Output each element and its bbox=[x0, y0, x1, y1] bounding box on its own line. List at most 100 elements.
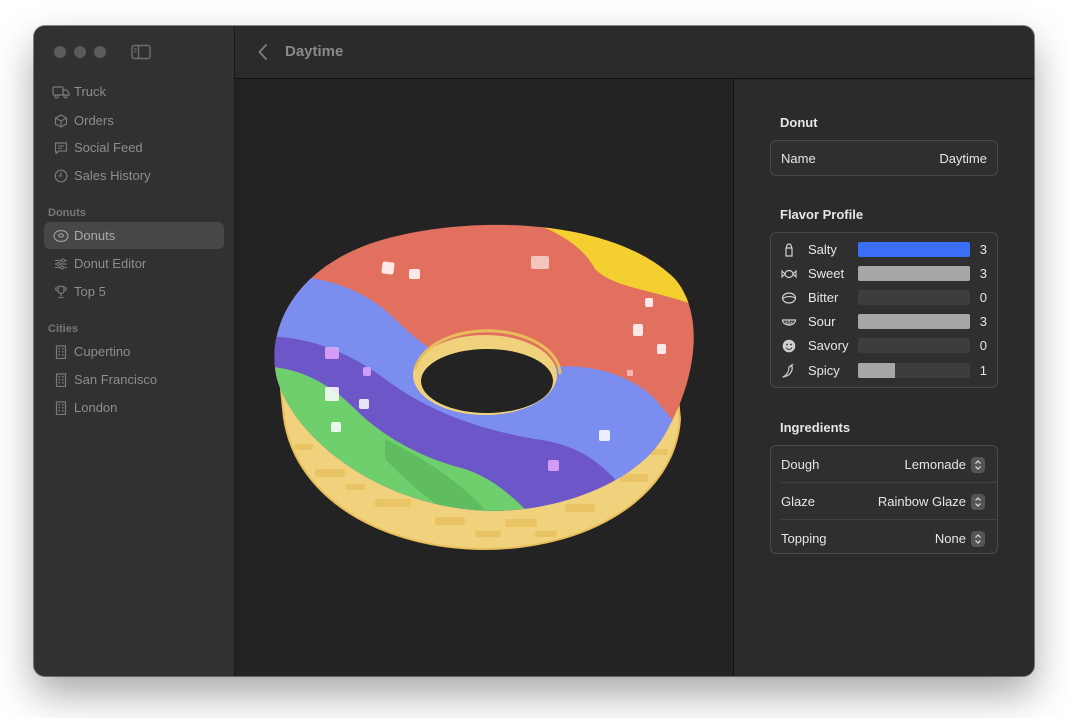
back-button[interactable] bbox=[255, 42, 271, 62]
citrus-icon bbox=[781, 319, 797, 326]
ingredient-label: Glaze bbox=[781, 494, 815, 509]
ingredients-box: Dough Lemonade Glaze Rainbow Glaze Toppi… bbox=[770, 445, 998, 554]
flavor-bar-track bbox=[858, 242, 970, 257]
sidebar-item-orders[interactable]: Orders bbox=[44, 107, 224, 134]
flavor-name: Salty bbox=[808, 242, 837, 257]
ingredient-value[interactable]: None bbox=[935, 531, 966, 546]
flavor-row-sour: Sour 3 bbox=[771, 310, 997, 334]
sidebar-item-label: Social Feed bbox=[74, 140, 143, 155]
flavor-row-spicy: Spicy 1 bbox=[771, 359, 997, 383]
building-icon bbox=[52, 344, 70, 360]
window-controls bbox=[54, 46, 106, 58]
chili-icon bbox=[782, 363, 794, 378]
leaf-icon bbox=[781, 292, 797, 304]
sidebar-item-label: Sales History bbox=[74, 168, 151, 183]
sidebar-item-label: Donuts bbox=[74, 228, 116, 243]
sidebar-item-donut-editor[interactable]: Donut Editor bbox=[44, 250, 224, 277]
flavor-bar bbox=[858, 266, 970, 281]
smiley-icon bbox=[782, 339, 796, 353]
ingredient-row-topping[interactable]: Topping None bbox=[771, 520, 997, 557]
popup-stepper-icon[interactable] bbox=[971, 457, 985, 473]
flavor-bar-track bbox=[858, 314, 970, 329]
flavor-name: Savory bbox=[808, 338, 849, 353]
toolbar: Daytime bbox=[235, 26, 1034, 79]
flavor-value: 3 bbox=[979, 266, 987, 281]
donut-icon bbox=[52, 228, 70, 244]
sidebar-item-social-feed[interactable]: Social Feed bbox=[44, 134, 224, 161]
flavor-bar-track bbox=[858, 266, 970, 281]
chevron-left-icon bbox=[258, 44, 267, 60]
box-icon bbox=[52, 113, 70, 129]
flavor-name: Bitter bbox=[808, 290, 839, 305]
flavor-bar-track bbox=[858, 290, 970, 305]
flavor-value: 3 bbox=[979, 314, 987, 329]
ingredient-row-glaze[interactable]: Glaze Rainbow Glaze bbox=[771, 483, 997, 520]
donut-canvas bbox=[235, 79, 733, 676]
inspector-panel: Donut Name Daytime Flavor Profile Salty … bbox=[734, 79, 1034, 676]
flavor-bar bbox=[858, 242, 970, 257]
flavor-value: 1 bbox=[979, 363, 987, 378]
sidebar-item-san-francisco[interactable]: San Francisco bbox=[44, 366, 224, 393]
sidebar-item-sales-history[interactable]: Sales History bbox=[44, 162, 224, 189]
building-icon bbox=[52, 400, 70, 416]
flavor-row-savory: Savory 0 bbox=[771, 334, 997, 358]
flavor-row-salty: Salty 3 bbox=[771, 238, 997, 262]
name-value[interactable]: Daytime bbox=[939, 151, 987, 166]
sidebar-icon bbox=[131, 44, 151, 60]
candy-icon bbox=[781, 269, 797, 279]
flavor-name: Sour bbox=[808, 314, 836, 329]
sidebar-item-donuts[interactable]: Donuts bbox=[44, 222, 224, 249]
popup-stepper-icon[interactable] bbox=[971, 494, 985, 510]
popup-stepper-icon[interactable] bbox=[971, 531, 985, 547]
app-window: Truck Orders Social Feed Sales History D… bbox=[34, 26, 1034, 676]
ingredient-label: Topping bbox=[781, 531, 827, 546]
zoom-window-button[interactable] bbox=[94, 46, 106, 58]
building-icon bbox=[52, 372, 70, 388]
flavor-profile-title: Flavor Profile bbox=[780, 207, 864, 222]
sidebar-item-label: Orders bbox=[74, 113, 114, 128]
section-title-cities: Cities bbox=[48, 323, 78, 335]
flavor-bar bbox=[858, 363, 896, 378]
ingredient-label: Dough bbox=[781, 457, 820, 472]
ingredients-title: Ingredients bbox=[780, 420, 851, 435]
sidebar-item-label: Truck bbox=[74, 84, 107, 99]
flavor-bar-track bbox=[858, 363, 970, 378]
sidebar-item-label: London bbox=[74, 400, 118, 415]
close-window-button[interactable] bbox=[54, 46, 66, 58]
truck-icon bbox=[52, 84, 70, 100]
window-title: Daytime bbox=[285, 43, 344, 60]
section-title-donuts: Donuts bbox=[48, 207, 86, 219]
sidebar-item-label: Cupertino bbox=[74, 344, 131, 359]
sidebar-item-top-5[interactable]: Top 5 bbox=[44, 278, 224, 305]
salt-shaker-icon bbox=[785, 243, 793, 257]
donut-illustration bbox=[274, 224, 694, 551]
minimize-window-button[interactable] bbox=[74, 46, 86, 58]
flavor-bar-track bbox=[858, 338, 970, 353]
flavor-value: 3 bbox=[979, 242, 987, 257]
sidebar-toggle-button[interactable] bbox=[131, 44, 151, 65]
sidebar: Truck Orders Social Feed Sales History D… bbox=[34, 26, 235, 676]
name-label: Name bbox=[781, 151, 816, 166]
sidebar-item-cupertino[interactable]: Cupertino bbox=[44, 338, 224, 365]
trophy-icon bbox=[52, 284, 70, 300]
sidebar-item-truck[interactable]: Truck bbox=[44, 78, 224, 105]
flavor-profile-box: Salty 3 Sweet 3 Bitter 0 Sour 3 Savory 0… bbox=[770, 232, 998, 388]
flavor-value: 0 bbox=[979, 338, 987, 353]
sidebar-item-label: San Francisco bbox=[74, 372, 158, 387]
flavor-row-sweet: Sweet 3 bbox=[771, 262, 997, 286]
flavor-row-bitter: Bitter 0 bbox=[771, 286, 997, 310]
sidebar-item-label: Top 5 bbox=[74, 284, 106, 299]
sliders-icon bbox=[52, 256, 70, 272]
flavor-value: 0 bbox=[979, 290, 987, 305]
ingredient-row-dough[interactable]: Dough Lemonade bbox=[771, 446, 997, 483]
ingredient-value[interactable]: Rainbow Glaze bbox=[878, 494, 966, 509]
clock-icon bbox=[52, 168, 70, 184]
message-icon bbox=[52, 140, 70, 156]
sidebar-item-london[interactable]: London bbox=[44, 394, 224, 421]
flavor-name: Spicy bbox=[808, 363, 840, 378]
sidebar-item-label: Donut Editor bbox=[74, 256, 147, 271]
flavor-name: Sweet bbox=[808, 266, 845, 281]
donut-section-title: Donut bbox=[780, 115, 818, 130]
ingredient-value[interactable]: Lemonade bbox=[905, 457, 966, 472]
flavor-bar bbox=[858, 314, 970, 329]
